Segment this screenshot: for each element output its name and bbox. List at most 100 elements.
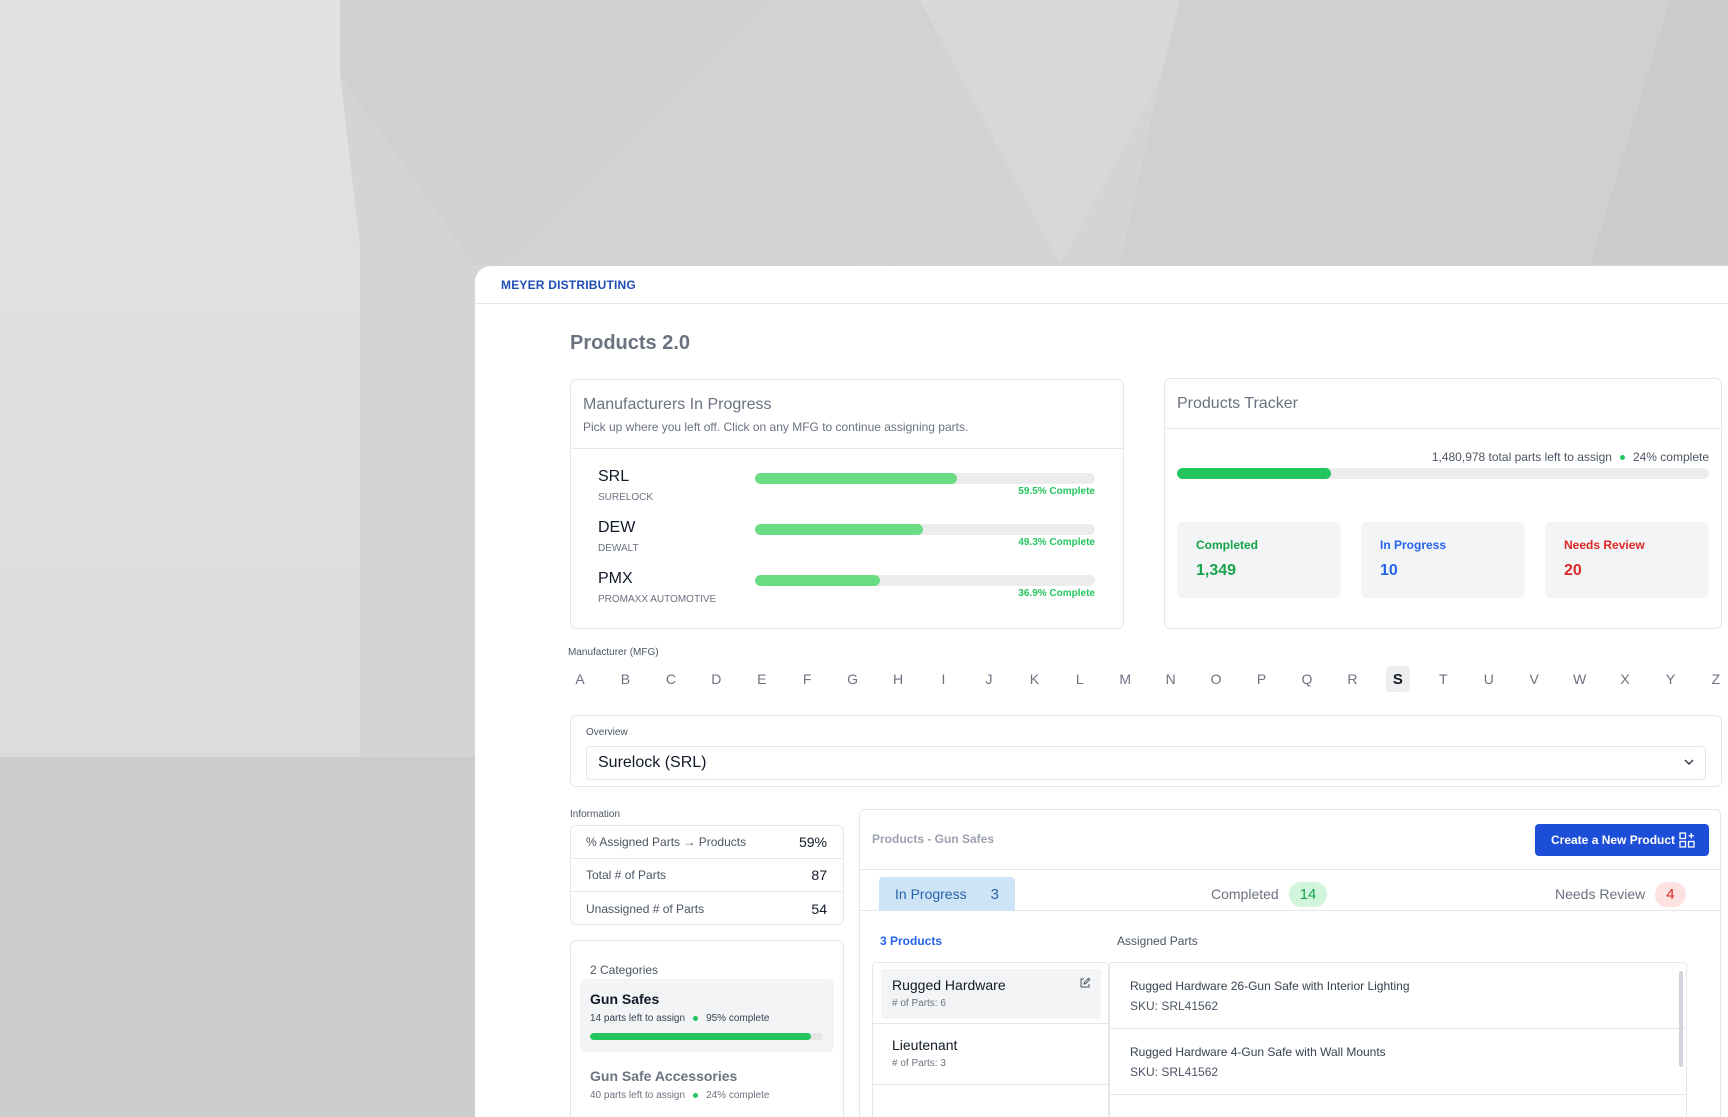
info-row: Unassigned # of Parts 54	[571, 892, 843, 925]
category-gun-safes[interactable]: Gun Safes 14 parts left to assign 95% co…	[580, 979, 834, 1052]
selected-manufacturer: Surelock (SRL)	[598, 754, 707, 771]
tab-completed[interactable]: Completed 14	[1195, 877, 1343, 911]
status-dot	[1619, 454, 1625, 460]
letter-filter-r[interactable]: R	[1340, 666, 1364, 692]
letter-filter-h[interactable]: H	[886, 666, 910, 692]
manufacturer-name: SURELOCK	[598, 492, 654, 503]
category-meta: 40 parts left to assign 24% complete	[590, 1090, 824, 1101]
products-tracker-card: Products Tracker 1,480,978 total parts l…	[1164, 378, 1722, 629]
letter-filter-s[interactable]: S	[1385, 666, 1410, 692]
letter-filter-l[interactable]: L	[1068, 666, 1092, 692]
product-parts: # of Parts: 6	[892, 998, 946, 1009]
manufacturers-subtitle: Pick up where you left off. Click on any…	[583, 420, 969, 434]
tab-label: Needs Review	[1555, 886, 1646, 902]
info-value: 54	[811, 900, 827, 917]
manufacturers-title: Manufacturers In Progress	[583, 396, 772, 413]
product-item-rugged-hardware[interactable]: Rugged Hardware # of Parts: 6	[881, 969, 1101, 1019]
product-parts: # of Parts: 3	[892, 1058, 946, 1069]
letter-filter-b[interactable]: B	[613, 666, 637, 692]
progress-fill	[755, 473, 958, 484]
tab-count: 4	[1655, 881, 1686, 907]
category-gun-safe-accessories[interactable]: Gun Safe Accessories 40 parts left to as…	[580, 1056, 834, 1113]
category-meta: 14 parts left to assign 95% complete	[590, 1013, 824, 1024]
page-title: Products 2.0	[570, 332, 691, 354]
category-parts-left: 14 parts left to assign	[590, 1013, 686, 1024]
assigned-part-sku: SKU: SRL41562	[1130, 1065, 1219, 1079]
letter-filter-w[interactable]: W	[1568, 666, 1592, 692]
tab-in-progress[interactable]: In Progress 3	[879, 877, 1015, 911]
brand-logo[interactable]: MEYER DISTRIBUTING	[501, 278, 636, 292]
create-new-product-button[interactable]: Create a New Product	[1535, 824, 1709, 856]
manufacturer-select[interactable]: Surelock (SRL)	[586, 746, 1706, 780]
letter-filter-k[interactable]: K	[1022, 666, 1046, 692]
manufacturers-header: Manufacturers In Progress Pick up where …	[571, 380, 1123, 449]
manufacturer-progress-label: 36.9% Complete	[1018, 588, 1095, 599]
progress-fill	[755, 524, 923, 535]
category-parts-left: 40 parts left to assign	[590, 1090, 686, 1101]
letter-filter-m[interactable]: M	[1113, 666, 1137, 692]
product-name: Lieutenant	[892, 1037, 958, 1053]
stat-in-progress[interactable]: In Progress 10	[1361, 522, 1525, 598]
product-item-lieutenant[interactable]: Lieutenant # of Parts: 3	[881, 1029, 1101, 1079]
tracker-header: Products Tracker	[1165, 379, 1721, 429]
assigned-part-item[interactable]: Rugged Hardware 26-Gun Safe with Interio…	[1110, 963, 1686, 1029]
letter-filter-e[interactable]: E	[750, 666, 774, 692]
letter-filter-x[interactable]: X	[1613, 666, 1637, 692]
products-panel: Products - Gun Safes Create a New Produc…	[859, 809, 1722, 1117]
letter-filter-v[interactable]: V	[1522, 666, 1546, 692]
letter-filter-z[interactable]: Z	[1704, 666, 1728, 692]
letter-filter-j[interactable]: J	[977, 666, 1001, 692]
assigned-parts-label: Assigned Parts	[1117, 934, 1198, 948]
tracker-complete-label: 24% complete	[1632, 450, 1709, 464]
assigned-part-sku: SKU: SRL41562	[1130, 999, 1219, 1013]
letter-filter-t[interactable]: T	[1431, 666, 1455, 692]
info-key: % Assigned Parts → Products	[586, 835, 747, 849]
edit-icon[interactable]	[1079, 977, 1091, 989]
letter-filter-c[interactable]: C	[659, 666, 683, 692]
scrollbar[interactable]	[1679, 971, 1683, 1067]
manufacturer-row-srl[interactable]: SRL SURELOCK 59.5% Complete	[598, 468, 1098, 514]
tracker-summary: 1,480,978 total parts left to assign 24%…	[1432, 450, 1709, 464]
add-grid-icon	[1679, 832, 1695, 848]
tab-label: In Progress	[895, 886, 967, 902]
category-name: Gun Safe Accessories	[590, 1068, 738, 1084]
letter-filter-u[interactable]: U	[1477, 666, 1501, 692]
tab-needs-review[interactable]: Needs Review 4	[1539, 877, 1702, 911]
letter-filter-p[interactable]: P	[1250, 666, 1274, 692]
letter-filter-o[interactable]: O	[1204, 666, 1228, 692]
tracker-parts-left: 1,480,978 total parts left to assign	[1431, 450, 1612, 464]
stat-label: Needs Review	[1564, 538, 1645, 552]
letter-filter-d[interactable]: D	[704, 666, 728, 692]
chevron-down-icon	[1684, 759, 1694, 766]
manufacturer-row-dew[interactable]: DEW DEWALT 49.3% Complete	[598, 519, 1098, 565]
stat-value: 10	[1380, 562, 1398, 579]
stat-label: In Progress	[1380, 538, 1447, 552]
letter-filter-q[interactable]: Q	[1295, 666, 1319, 692]
category-progress-bar	[590, 1033, 823, 1040]
manufacturer-code: PMX	[598, 570, 633, 587]
stat-needs-review[interactable]: Needs Review 20	[1545, 522, 1709, 598]
letter-filter-a[interactable]: A	[568, 666, 592, 692]
info-key: Total # of Parts	[586, 868, 667, 882]
products-title: Products - Gun Safes	[872, 832, 995, 846]
letter-filter-g[interactable]: G	[841, 666, 865, 692]
information-label: Information	[570, 809, 621, 820]
manufacturer-name: DEWALT	[598, 543, 639, 554]
manufacturers-in-progress-card: Manufacturers In Progress Pick up where …	[570, 379, 1124, 629]
manufacturer-progress-bar	[755, 575, 1095, 586]
manufacturer-progress-bar	[755, 524, 1095, 535]
letter-filter-y[interactable]: Y	[1659, 666, 1683, 692]
letter-filter-n[interactable]: N	[1159, 666, 1183, 692]
assigned-part-item[interactable]: Rugged Hardware 4-Gun Safe with Wall Mou…	[1110, 1029, 1686, 1095]
letter-filter-f[interactable]: F	[795, 666, 819, 692]
manufacturer-code: SRL	[598, 468, 630, 485]
manufacturer-progress-label: 49.3% Complete	[1018, 537, 1095, 548]
assigned-parts-list: Rugged Hardware 26-Gun Safe with Interio…	[1109, 962, 1687, 1117]
tab-count: 14	[1288, 881, 1328, 907]
category-name: Gun Safes	[590, 991, 660, 1007]
category-complete: 95% complete	[706, 1013, 770, 1024]
manufacturer-row-pmx[interactable]: PMX PROMAXX AUTOMOTIVE 36.9% Complete	[598, 570, 1098, 616]
letter-filter-i[interactable]: I	[932, 666, 956, 692]
progress-fill	[755, 575, 881, 586]
stat-completed[interactable]: Completed 1,349	[1177, 522, 1341, 598]
